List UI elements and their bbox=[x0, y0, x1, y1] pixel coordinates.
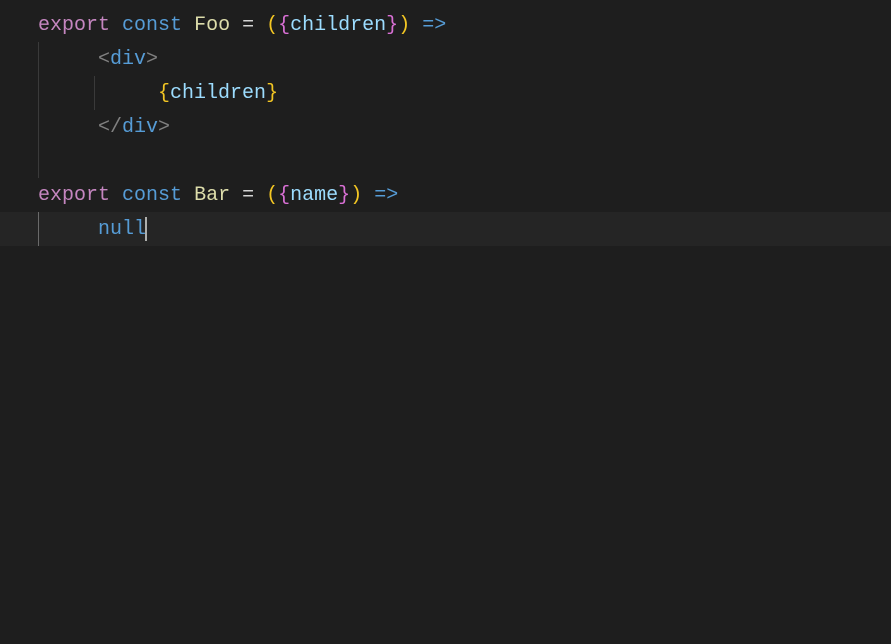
component-name-foo: Foo bbox=[194, 14, 230, 37]
arrow: => bbox=[374, 184, 398, 207]
code-line[interactable] bbox=[0, 144, 891, 178]
space bbox=[182, 14, 194, 37]
jsx-brace-open: { bbox=[158, 82, 170, 105]
brace-open: { bbox=[278, 14, 290, 37]
space bbox=[254, 184, 266, 207]
jsx-var-children: children bbox=[170, 82, 266, 105]
paren-open: ( bbox=[266, 184, 278, 207]
space bbox=[182, 184, 194, 207]
brace-close: } bbox=[386, 14, 398, 37]
text-cursor bbox=[145, 217, 147, 241]
keyword-export: export bbox=[38, 184, 110, 207]
paren-close: ) bbox=[398, 14, 410, 37]
tag-close: > bbox=[146, 48, 158, 71]
tag-open-slash: </ bbox=[98, 116, 122, 139]
indent-guide bbox=[38, 212, 39, 246]
indent bbox=[38, 218, 98, 241]
space bbox=[230, 14, 242, 37]
tag-div: div bbox=[110, 48, 146, 71]
jsx-brace-close: } bbox=[266, 82, 278, 105]
indent-guide bbox=[38, 144, 39, 178]
indent-guide bbox=[94, 76, 95, 110]
keyword-const: const bbox=[122, 184, 182, 207]
param-name: name bbox=[290, 184, 338, 207]
keyword-const: const bbox=[122, 14, 182, 37]
tag-div: div bbox=[122, 116, 158, 139]
indent bbox=[38, 48, 98, 71]
indent-guide bbox=[38, 42, 39, 76]
space bbox=[362, 184, 374, 207]
space bbox=[410, 14, 422, 37]
equals: = bbox=[242, 184, 254, 207]
arrow: => bbox=[422, 14, 446, 37]
code-line[interactable]: </div> bbox=[0, 110, 891, 144]
param-children: children bbox=[290, 14, 386, 37]
brace-close: } bbox=[338, 184, 350, 207]
brace-open: { bbox=[278, 184, 290, 207]
tag-close: > bbox=[158, 116, 170, 139]
paren-close: ) bbox=[350, 184, 362, 207]
paren-open: ( bbox=[266, 14, 278, 37]
code-line[interactable]: export const Bar = ({name}) => bbox=[0, 178, 891, 212]
indent-guide bbox=[38, 76, 39, 110]
space bbox=[110, 14, 122, 37]
space bbox=[230, 184, 242, 207]
indent bbox=[38, 116, 98, 139]
component-name-bar: Bar bbox=[194, 184, 230, 207]
code-line[interactable]: {children} bbox=[0, 76, 891, 110]
indent bbox=[38, 82, 158, 105]
space bbox=[254, 14, 266, 37]
tag-open: < bbox=[98, 48, 110, 71]
code-line[interactable]: <div> bbox=[0, 42, 891, 76]
keyword-null: null bbox=[98, 218, 146, 241]
code-line[interactable]: null bbox=[0, 212, 891, 246]
keyword-export: export bbox=[38, 14, 110, 37]
equals: = bbox=[242, 14, 254, 37]
space bbox=[110, 184, 122, 207]
code-line[interactable]: export const Foo = ({children}) => bbox=[0, 8, 891, 42]
indent-guide bbox=[38, 110, 39, 144]
code-editor[interactable]: export const Foo = ({children}) => <div>… bbox=[0, 0, 891, 644]
